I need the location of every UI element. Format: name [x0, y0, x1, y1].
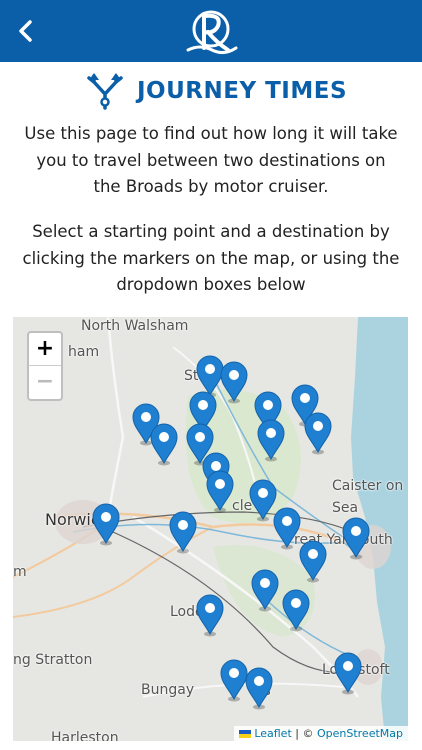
attribution-separator: | © — [291, 727, 317, 740]
instructions-line: Select a starting point and a destinatio… — [32, 222, 390, 241]
map-marker-pin-icon[interactable] — [341, 516, 371, 560]
place-label: North Walsham — [81, 318, 189, 334]
openstreetmap-link[interactable]: OpenStreetMap — [317, 727, 403, 740]
map-marker-pin-icon[interactable] — [244, 666, 274, 710]
ukraine-flag-icon — [239, 730, 252, 738]
instructions-line: dropdown boxes below — [116, 275, 306, 294]
place-label: m — [13, 564, 27, 580]
zoom-in-button[interactable]: + — [29, 333, 61, 366]
leaflet-link[interactable]: Leaflet — [254, 727, 291, 740]
map-marker-pin-icon[interactable] — [281, 588, 311, 632]
map-marker-pin-icon[interactable] — [168, 510, 198, 554]
intro-text: Use this page to find out how long it wi… — [10, 121, 412, 201]
map-marker-pin-icon[interactable] — [205, 469, 235, 513]
map-marker-pin-icon[interactable] — [303, 411, 333, 455]
intro-line: you to travel between two destinations o… — [36, 150, 386, 170]
place-label: Sea — [332, 500, 359, 516]
route-arrows-icon — [87, 73, 123, 110]
zoom-control: + − — [27, 331, 63, 401]
intro-line: Use this page to find out how long it wi… — [24, 124, 398, 143]
journey-map[interactable]: North Walsham ham Stalham Caister on Sea… — [13, 317, 408, 741]
broads-r-logo[interactable] — [180, 4, 242, 58]
map-marker-pin-icon[interactable] — [195, 593, 225, 637]
map-marker-pin-icon[interactable] — [219, 360, 249, 404]
map-marker-pin-icon[interactable] — [333, 651, 363, 695]
place-label: Caister on — [332, 478, 404, 494]
place-label: Harleston — [51, 730, 119, 741]
map-marker-pin-icon[interactable] — [149, 422, 179, 466]
map-marker-pin-icon[interactable] — [256, 418, 286, 462]
zoom-out-button[interactable]: − — [29, 366, 61, 398]
map-marker-pin-icon[interactable] — [298, 539, 328, 583]
place-label: ham — [68, 344, 100, 360]
place-label: ng Stratton — [13, 652, 93, 668]
map-attribution: Leaflet | © OpenStreetMap — [234, 726, 408, 741]
map-marker-pin-icon[interactable] — [91, 502, 121, 546]
place-label: Bungay — [141, 682, 195, 698]
chevron-left-icon[interactable] — [12, 16, 40, 46]
intro-line: the Broads by motor cruiser. — [93, 177, 329, 196]
instructions-text: Select a starting point and a destinatio… — [10, 219, 412, 299]
instructions-line: clicking the markers on the map, or usin… — [22, 248, 400, 268]
map-marker-pin-icon[interactable] — [250, 568, 280, 612]
page-title: JOURNEY TIMES — [137, 78, 348, 104]
app-header — [0, 0, 422, 62]
page-heading: JOURNEY TIMES — [0, 68, 422, 114]
